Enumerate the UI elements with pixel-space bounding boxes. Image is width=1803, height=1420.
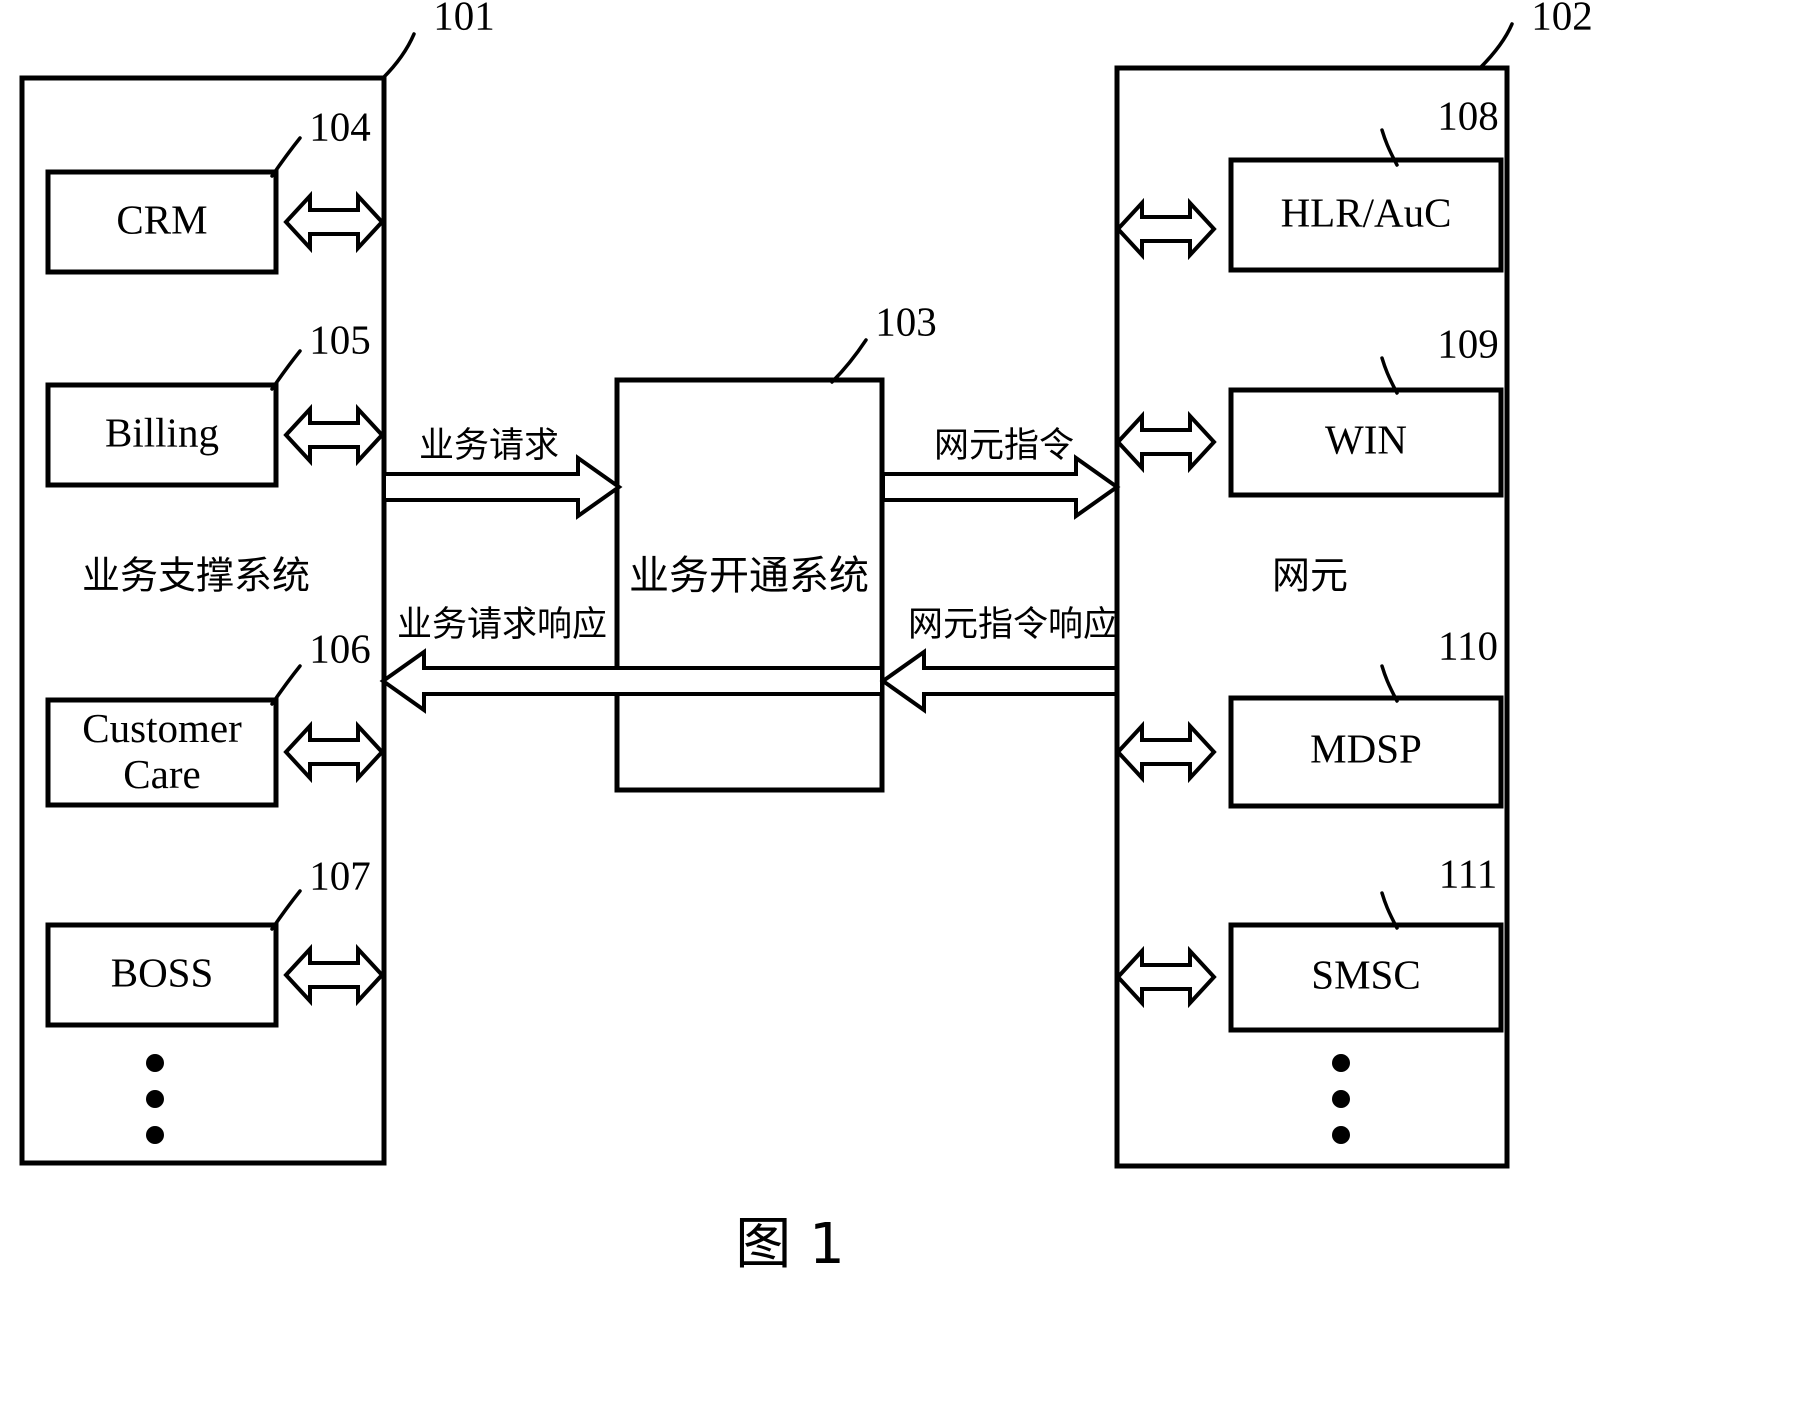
bidirectional-arrow-win — [1115, 410, 1217, 474]
bidirectional-arrow-crm — [283, 190, 385, 254]
ellipsis-dot-left-3 — [146, 1126, 164, 1144]
unit-label-win: WIN — [1325, 416, 1407, 462]
ref-label-111: 111 — [1439, 850, 1497, 896]
unit-label-customer-care-line1: Customer — [82, 705, 242, 751]
ref-label-104: 104 — [309, 103, 371, 149]
ref-label-108: 108 — [1437, 92, 1499, 138]
unit-label-boss: BOSS — [111, 949, 214, 995]
flow-label-ne-command-response: 网元指令响应 — [908, 605, 1118, 645]
leader-line-104 — [270, 136, 302, 178]
unit-label-customer-care-line2: Care — [123, 751, 200, 797]
ref-label-102: 102 — [1531, 0, 1593, 38]
flow-label-service-request-response: 业务请求响应 — [397, 605, 607, 645]
figure-caption: 图 1 — [735, 1212, 844, 1277]
ellipsis-dot-left-1 — [146, 1054, 164, 1072]
leader-line-101 — [381, 32, 416, 80]
left-panel-title: 业务支撑系统 — [82, 554, 310, 598]
unit-label-smsc: SMSC — [1311, 951, 1420, 997]
ref-label-107: 107 — [309, 852, 371, 898]
ellipsis-dot-right-1 — [1332, 1054, 1350, 1072]
leader-line-103 — [830, 338, 868, 384]
flow-arrow-ne-command — [881, 454, 1121, 520]
ref-label-110: 110 — [1438, 622, 1498, 668]
leader-line-102 — [1478, 22, 1514, 70]
bidirectional-arrow-billing — [283, 403, 385, 467]
bidirectional-arrow-hlr-auc — [1115, 197, 1217, 261]
flow-label-ne-command: 网元指令 — [934, 426, 1074, 466]
unit-label-hlr-auc: HLR/AuC — [1281, 189, 1452, 235]
bidirectional-arrow-mdsp — [1115, 720, 1217, 784]
bidirectional-arrow-smsc — [1115, 945, 1217, 1009]
flow-arrow-ne-command-response — [879, 648, 1119, 714]
ellipsis-dot-right-2 — [1332, 1090, 1350, 1108]
ref-label-103: 103 — [875, 298, 937, 344]
leader-line-106 — [270, 664, 302, 706]
patent-figure-page: 101 CRM 104 Billing 105 业务支撑系统 Customer … — [0, 0, 1803, 1420]
ref-label-109: 109 — [1437, 320, 1499, 366]
figure-1-block-diagram: 101 CRM 104 Billing 105 业务支撑系统 Customer … — [19, 0, 1593, 1277]
right-panel-title: 网元 — [1272, 554, 1348, 598]
ellipsis-dot-right-3 — [1332, 1126, 1350, 1144]
bidirectional-arrow-customer-care — [283, 720, 385, 784]
unit-label-mdsp: MDSP — [1310, 725, 1422, 771]
flow-arrow-service-request — [382, 454, 623, 520]
unit-label-billing: Billing — [105, 409, 219, 455]
leader-line-105 — [270, 349, 302, 391]
flow-label-service-request: 业务请求 — [419, 426, 559, 466]
ref-label-105: 105 — [309, 316, 371, 362]
ellipsis-dot-left-2 — [146, 1090, 164, 1108]
unit-label-crm: CRM — [116, 196, 207, 242]
ref-label-106: 106 — [309, 625, 371, 671]
center-box-label: 业务开通系统 — [629, 553, 869, 599]
leader-line-107 — [270, 889, 302, 931]
bidirectional-arrow-boss — [283, 943, 385, 1007]
ref-label-101: 101 — [433, 0, 495, 38]
